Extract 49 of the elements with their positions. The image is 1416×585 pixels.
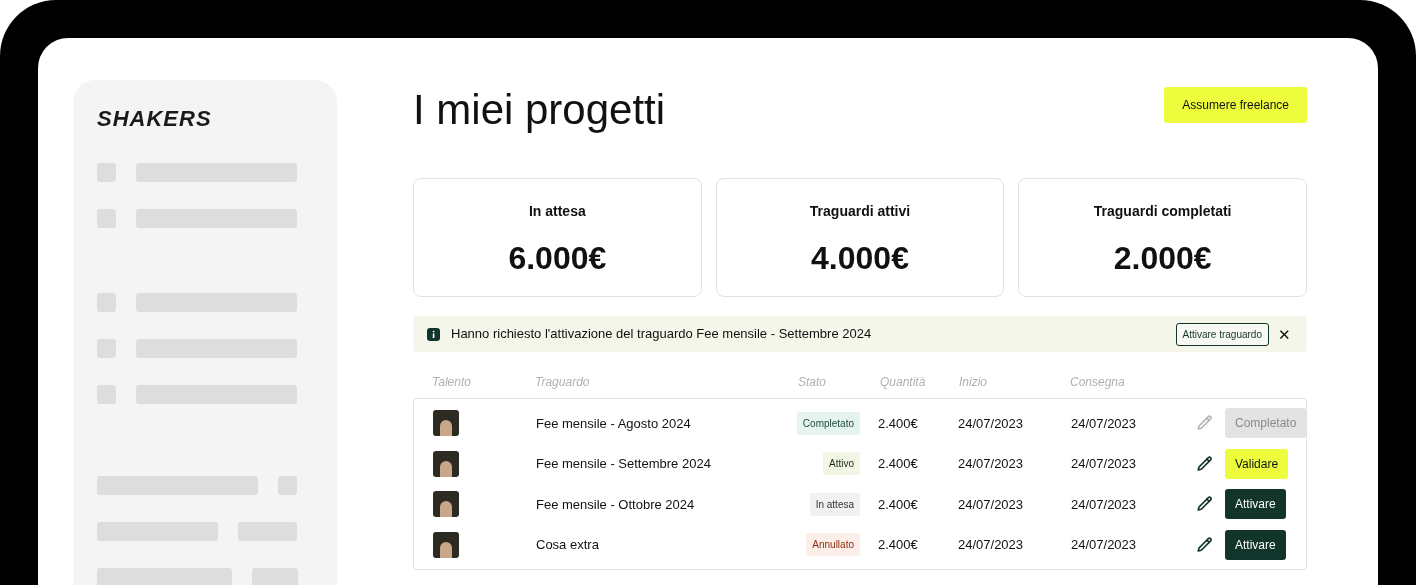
table-cell-text: 24/07/2023: [958, 495, 1025, 514]
avatar-photo-placeholder: [433, 410, 459, 437]
avatar-photo-placeholder: [433, 491, 459, 518]
status-badge: Attivo: [823, 452, 860, 476]
stat-label: Traguardi completati: [1093, 202, 1232, 221]
column-header: Consegna: [1070, 374, 1126, 391]
stat-label: Traguardi attivi: [809, 202, 911, 221]
column-header: Stato: [797, 374, 828, 391]
table-cell-text: 2.400€: [877, 414, 919, 433]
avatar-photo-placeholder: [433, 450, 459, 477]
logo[interactable]: SHAKERS: [97, 106, 313, 132]
table-cell-text: Fee mensile - Settembre 2024: [536, 455, 712, 473]
row-action-button[interactable]: Attivare: [1225, 529, 1286, 560]
table-cell-text: 2.400€: [877, 455, 919, 473]
table-cell-text: 24/07/2023: [1071, 414, 1138, 433]
stat-value: 2.000€: [1113, 239, 1212, 278]
table-cell-text: 2.400€: [877, 536, 919, 554]
table-cell-text: Fee mensile - Ottobre 2024: [536, 495, 696, 514]
notice-text: Hanno richiesto l'attivazione del traguardo Fee mensile - Settembre 2024: [451, 325, 872, 344]
status-badge: Completato: [796, 411, 860, 435]
table-cell-text: Cosa extra: [536, 536, 600, 554]
table-cell-text: 24/07/2023: [1071, 455, 1138, 473]
row-action-button[interactable]: Attivare: [1225, 489, 1286, 520]
close-button[interactable]: ✕: [1278, 326, 1291, 342]
table-cell-text: 24/07/2023: [958, 536, 1025, 554]
table-cell-text: Fee mensile - Agosto 2024: [536, 414, 692, 433]
table-cell-text: 24/07/2023: [1071, 495, 1138, 514]
info-icon: [427, 327, 440, 341]
status-badge: In attesa: [809, 492, 860, 516]
column-header: Quantità: [879, 374, 927, 391]
table-cell-text: 24/07/2023: [1071, 536, 1138, 554]
stat-label: In attesa: [528, 202, 586, 221]
column-header: Talento: [432, 374, 472, 391]
page-title: I miei progetti: [413, 85, 666, 135]
pencil-icon[interactable]: [1196, 454, 1214, 473]
pencil-icon[interactable]: [1196, 535, 1214, 554]
status-badge: Annullato: [806, 533, 860, 557]
table-cell-text: 24/07/2023: [958, 455, 1025, 473]
table-cell-text: 2.400€: [877, 495, 919, 514]
table-cell-text: 24/07/2023: [958, 414, 1025, 433]
stat-value: 6.000€: [508, 239, 607, 278]
avatar-photo-placeholder: [433, 531, 459, 558]
hire-freelance-button[interactable]: Assumere freelance: [1164, 87, 1307, 123]
stat-value: 4.000€: [811, 239, 909, 278]
column-header: Inizio: [958, 374, 988, 391]
pencil-icon[interactable]: [1196, 495, 1214, 514]
row-action-button[interactable]: Validare: [1225, 448, 1289, 479]
column-header: Traguardo: [535, 374, 591, 391]
activate-milestone-button[interactable]: Attivare traguardo: [1175, 322, 1269, 346]
